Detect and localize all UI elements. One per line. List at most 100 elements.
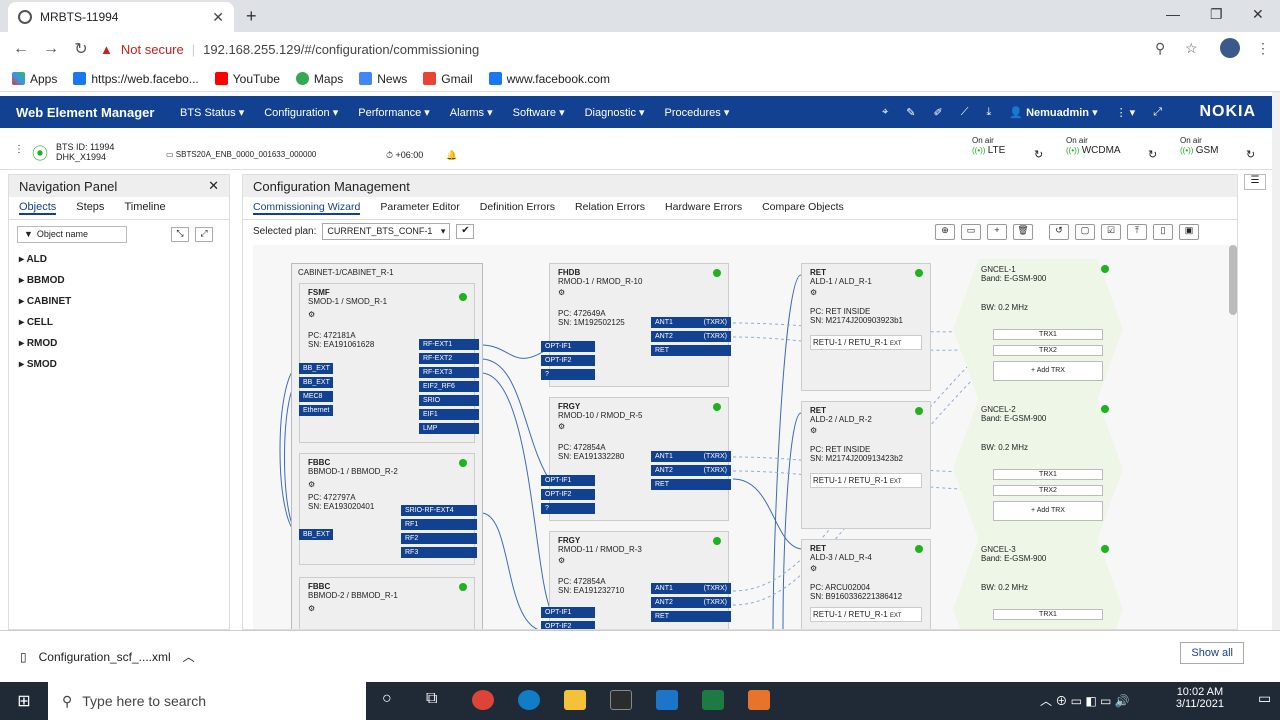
retu-box[interactable]: RETU-1 / RETU_R-1 EXT (810, 335, 922, 350)
add-circle-icon[interactable]: ⊕ (935, 224, 955, 240)
port-ant2[interactable]: ANT2 (TXRX) (651, 597, 731, 608)
gear-icon[interactable]: ⚙ (308, 480, 466, 489)
url-text[interactable]: 192.168.255.129/#/configuration/commissi… (203, 42, 479, 57)
maximize-icon[interactable]: ❐ (1210, 6, 1223, 23)
tree-item-ald[interactable]: ▸ ALD (9, 249, 229, 270)
expand-icon[interactable]: ⤢ (195, 227, 213, 242)
bookmark-maps[interactable]: Maps (295, 72, 343, 86)
gear-icon[interactable]: ⚙ (558, 422, 720, 431)
menu-configuration[interactable]: Configuration ▾ (264, 106, 338, 119)
ret-card[interactable]: RET ALD-3 / ALD_R-4 ⚙ PC: ARCU02004 SN: … (801, 539, 931, 629)
plus-icon[interactable]: + (987, 224, 1007, 240)
bookmark-gmail[interactable]: Gmail (423, 72, 473, 86)
port-srio[interactable]: SRIO (419, 395, 479, 406)
folder-icon[interactable]: ▭ (961, 224, 981, 240)
undo-icon[interactable]: ↺ (1049, 224, 1069, 240)
port-eif1[interactable]: EIF1 (419, 409, 479, 420)
port-rf3[interactable]: RF3 (401, 547, 477, 558)
fullscreen-icon[interactable]: ⤢ (1153, 106, 1162, 119)
close-window-icon[interactable]: ✕ (1252, 6, 1264, 23)
tab-compare-objects[interactable]: Compare Objects (762, 201, 844, 215)
menu-icon[interactable]: ⋮ (1256, 40, 1270, 57)
trx-item[interactable]: TRX2 (993, 345, 1103, 356)
bookmark-facebook[interactable]: https://web.facebo... (73, 72, 199, 86)
fbbc-card[interactable]: FBBC BBMOD-2 / BBMOD_R-1 ⚙ (299, 577, 475, 629)
port-rf1[interactable]: RF1 (401, 519, 477, 530)
object-name-filter[interactable]: ▼ Object name (17, 226, 127, 243)
delete-icon[interactable]: 🗑 (1013, 224, 1033, 240)
canvas-scrollbar[interactable] (1229, 245, 1237, 315)
port-eif2-rf6[interactable]: EIF2_RF6 (419, 381, 479, 392)
port-rf-ext3[interactable]: RF-EXT3 (419, 367, 479, 378)
tab-parameter-editor[interactable]: Parameter Editor (380, 201, 459, 215)
port-rf2[interactable]: RF2 (401, 533, 477, 544)
tab-definition-errors[interactable]: Definition Errors (480, 201, 555, 215)
refresh-icon[interactable]: ↻ (1034, 148, 1043, 161)
menu-alarms[interactable]: Alarms ▾ (450, 106, 493, 119)
cortana-icon[interactable]: ○ (382, 690, 392, 708)
tree-item-cabinet[interactable]: ▸ CABINET (9, 291, 229, 312)
add-trx-button[interactable]: + Add TRX (993, 361, 1103, 381)
tree-item-smod[interactable]: ▸ SMOD (9, 354, 229, 375)
port-bb-ext[interactable]: BB_EXT (299, 363, 333, 374)
menu-software[interactable]: Software ▾ (513, 106, 565, 119)
port-rf-ext1[interactable]: RF-EXT1 (419, 339, 479, 350)
taskbar-search[interactable]: ⚲ Type here to search (48, 682, 366, 720)
document-icon[interactable]: ▯ (1153, 224, 1173, 240)
chrome-icon[interactable] (472, 690, 494, 710)
menu-performance[interactable]: Performance ▾ (358, 106, 430, 119)
back-icon[interactable]: ← (6, 40, 36, 58)
avatar[interactable] (1220, 38, 1240, 58)
store-icon[interactable] (610, 690, 632, 710)
star-icon[interactable]: ☆ (1185, 40, 1198, 57)
upload-icon[interactable]: ⤒ (1127, 224, 1147, 240)
minimize-icon[interactable]: — (1166, 6, 1180, 22)
save-icon[interactable]: ▣ (1179, 224, 1199, 240)
menu-procedures[interactable]: Procedures ▾ (665, 106, 730, 119)
port-ant1[interactable]: ANT1 (TXRX) (651, 583, 731, 594)
port-mec8[interactable]: MEC8 (299, 391, 333, 402)
port-bb-ext[interactable]: BB_EXT (299, 529, 333, 540)
page-scrollbar[interactable] (1272, 92, 1280, 630)
tab-objects[interactable]: Objects (19, 201, 57, 215)
menu-diagnostic[interactable]: Diagnostic ▾ (585, 106, 645, 119)
port-ant1[interactable]: ANT1 (TXRX) (651, 451, 731, 462)
chevron-up-icon[interactable]: ︿ (183, 648, 195, 665)
validate-icon[interactable]: ☑ (1101, 224, 1121, 240)
tree-item-rmod[interactable]: ▸ RMOD (9, 333, 229, 354)
tab-steps[interactable]: Steps (76, 201, 104, 215)
tree-item-bbmod[interactable]: ▸ BBMOD (9, 270, 229, 291)
gear-icon[interactable]: ⚙ (558, 288, 720, 297)
close-icon[interactable]: ✕ (208, 178, 219, 194)
gear-icon[interactable]: ⚙ (308, 604, 466, 613)
download-file[interactable]: Configuration_scf_....xml (39, 650, 171, 664)
location-icon[interactable]: ⌖ (882, 106, 888, 119)
retu-box[interactable]: RETU-1 / RETU_R-1 EXT (810, 607, 922, 622)
close-tab-icon[interactable]: ✕ (212, 9, 224, 26)
check-circle-icon[interactable]: ✔ (456, 224, 475, 239)
collapse-icon[interactable]: ⤡ (171, 227, 189, 242)
task-view-icon[interactable]: ⧉ (426, 690, 437, 708)
windows-start-icon[interactable]: ⊞ (0, 691, 48, 711)
port-ant2[interactable]: ANT2 (TXRX) (651, 465, 731, 476)
more-icon[interactable]: ⋮ ▾ (1116, 106, 1136, 119)
browser-tab[interactable]: MRBTS-11994 ✕ (8, 2, 234, 32)
gear-icon[interactable]: ⚙ (308, 310, 466, 319)
port-opt-if1[interactable]: OPT-IF1 (541, 341, 595, 352)
port-opt-if2[interactable]: OPT-IF2 (541, 621, 595, 629)
gear-icon[interactable]: ⚙ (810, 426, 922, 435)
port-opt-if1[interactable]: OPT-IF1 (541, 475, 595, 486)
forward-icon[interactable]: → (36, 40, 66, 58)
pen-icon[interactable]: ✎ (906, 106, 915, 119)
port-ant1[interactable]: ANT1 (TXRX) (651, 317, 731, 328)
omnibox[interactable]: ▲ Not secure | 192.168.255.129/#/configu… (100, 36, 1210, 62)
port-ret[interactable]: RET (651, 345, 731, 356)
file-explorer-icon[interactable] (564, 690, 586, 710)
refresh-icon[interactable]: ↻ (1148, 148, 1157, 161)
disabled-icon[interactable]: ▢ (1075, 224, 1095, 240)
port-rf-ext2[interactable]: RF-EXT2 (419, 353, 479, 364)
port-srio-rf-ext4[interactable]: SRIO-RF-EXT4 (401, 505, 477, 516)
bookmark-news[interactable]: News (359, 72, 407, 86)
gear-icon[interactable]: ⚙ (558, 556, 720, 565)
clock[interactable]: 10:02 AM 3/11/2021 (1176, 686, 1224, 710)
